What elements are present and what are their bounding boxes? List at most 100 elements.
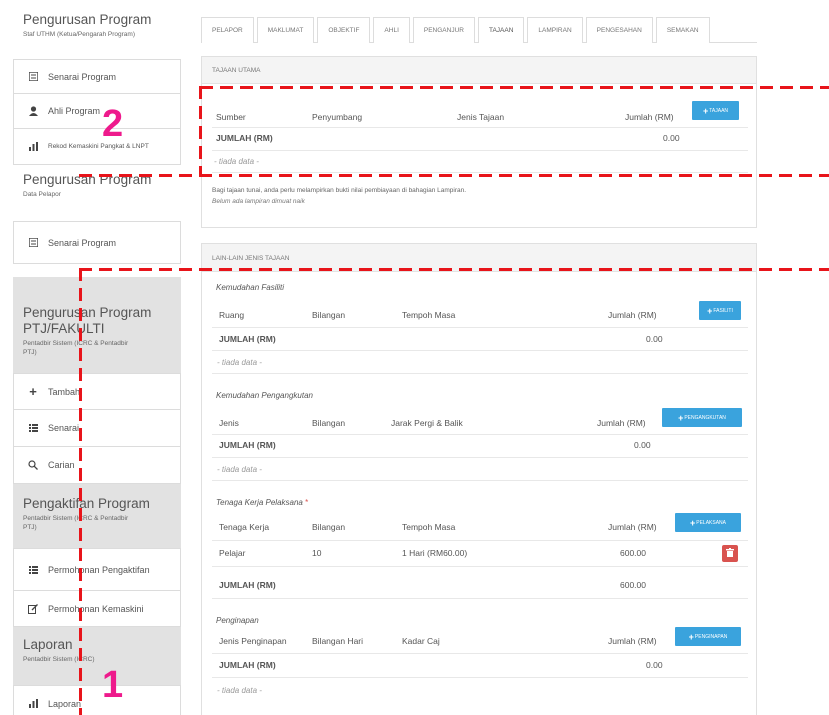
delete-button[interactable] [722,545,738,562]
edit-icon [26,603,40,614]
button-label: TAJAAN [709,107,729,114]
add-penginapan-button[interactable]: + PENGINAPAN [675,627,741,646]
tab-ahli[interactable]: AHLI [373,17,410,43]
total-value: 0.00 [646,334,663,344]
section-title-text: Tenaga Kerja Pelaksana [216,497,303,507]
column-header: Ruang [219,310,245,320]
divider [212,480,748,481]
sidebar-group-title: Pengurusan Program [23,12,152,27]
add-fasiliti-button[interactable]: + FASILITI [699,301,741,320]
sidebar-item-label: Senarai Program [48,237,117,248]
sidebar-item-senarai-program[interactable]: Senarai Program [13,60,181,94]
total-label: JUMLAH (RM) [219,440,276,450]
total-value: 0.00 [646,660,663,670]
attachment-warning: Belum ada lampiran dimuat naik [212,198,305,205]
tab-pelapor[interactable]: PELAPOR [201,17,254,43]
column-header: Bilangan [312,310,346,320]
divider [212,540,748,541]
sidebar-item-senarai[interactable]: Senarai [13,410,181,447]
column-header: Jarak Pergi & Balik [391,418,463,428]
section-title: Kemudahan Fasiliti [216,282,285,292]
divider [212,677,748,678]
sidebar-item-laporan[interactable]: Laporan [13,686,181,715]
divider [212,434,748,435]
sidebar-group-title: Laporan [23,637,73,652]
tab-pengesahan[interactable]: PENGESAHAN [585,17,653,43]
divider [212,350,748,351]
section-title: Penginapan [216,615,259,625]
sidebar-group-subtitle: Pentadbir Sistem (ICRC & Pentadbir PTJ) [23,515,129,531]
sidebar-item-carian[interactable]: Carian [13,447,181,484]
list-icon [26,565,40,574]
divider [212,127,748,128]
total-value: 0.00 [634,440,651,450]
divider [212,172,748,173]
empty-text: - tiada data - [214,156,259,166]
button-label: PELAKSANA [696,519,726,526]
sidebar-group-subtitle: Data Pelapor [23,191,61,198]
list-icon [26,238,40,247]
total-label: JUMLAH (RM) [219,660,276,670]
info-note: Bagi tajaan tunai, anda perlu melampirka… [212,187,467,194]
tab-tajaan[interactable]: TAJAAN [477,17,525,43]
annotation-dashed-line [79,268,829,271]
column-header: Jenis [219,418,239,428]
divider [212,598,748,599]
cell-jumlah: 600.00 [620,548,646,558]
sidebar-item-permohonan-pengaktifan[interactable]: Permohonan Pengaktifan [13,549,181,591]
tajaan-utama-panel: TAJAAN UTAMA Sumber Penyumbang Jenis Taj… [201,56,757,228]
sidebar-group-title: Pengurusan Program PTJ/FAKULTI [23,305,152,336]
sidebar-item-label: Tambah [48,386,81,397]
total-value: 600.00 [620,580,646,590]
column-header: Jumlah (RM) [608,310,657,320]
column-header: Tempoh Masa [402,522,456,532]
cell-tempoh: 1 Hari (RM60.00) [402,548,468,558]
tab-maklumat[interactable]: MAKLUMAT [256,17,315,43]
panel-heading: TAJAAN UTAMA [202,57,756,84]
sidebar-group-subtitle: Pentadbir Sistem (ICRC & Pentadbir PTJ) [23,340,129,356]
sidebar-item-permohonan-kemaskini[interactable]: Permohonan Kemaskini [13,591,181,627]
sidebar-item-label: Permohonan Pengaktifan [48,564,150,575]
sidebar-item-tambah[interactable]: + Tambah [13,374,181,410]
sidebar-group-subtitle: Staf UTHM (Ketua/Pengarah Program) [23,31,135,38]
empty-text: - tiada data - [217,357,262,367]
button-label: FASILITI [713,307,733,314]
divider [212,566,748,567]
lain-lain-panel: LAIN-LAIN JENIS TAJAAN Kemudahan Fasilit… [201,243,757,715]
trash-icon [726,547,734,560]
annotation-dashed-line [79,174,829,177]
sidebar-item-rekod-kemaskini[interactable]: Rekod Kemaskini Pangkat & LNPT [13,129,181,165]
button-label: PENGINAPAN [694,633,728,640]
empty-text: - tiada data - [217,464,262,474]
sidebar-item-label: Permohonan Kemaskini [48,603,144,614]
column-header: Bilangan [312,418,346,428]
sidebar-item-label: Ahli Program [48,106,101,116]
sidebar-item-ahli-program[interactable]: Ahli Program [13,94,181,129]
main-content: PELAPOR MAKLUMAT OBJEKTIF AHLI PENGANJUR… [198,0,760,715]
tab-lampiran[interactable]: LAMPIRAN [527,17,583,43]
sidebar-group-subtitle: Pentadbir Sistem (ICRC) [23,656,95,663]
add-pengangkutan-button[interactable]: + PENGANGKUTAN [662,408,742,427]
required-marker: * [305,497,309,507]
column-header: Jumlah (RM) [625,112,674,122]
sidebar-group-header: Pengaktifan Program Pentadbir Sistem (IC… [13,484,181,549]
search-icon [26,460,40,470]
total-label: JUMLAH (RM) [219,334,276,344]
section-title: Kemudahan Pengangkutan [216,390,313,400]
add-tajaan-button[interactable]: + TAJAAN [692,101,739,120]
divider [212,327,748,328]
column-header: Jenis Tajaan [457,112,505,122]
annotation-dashed-line [200,86,829,89]
divider [212,457,748,458]
column-header: Jumlah (RM) [608,522,657,532]
button-label: PENGANGKUTAN [684,414,726,421]
tab-penganjur[interactable]: PENGANJUR [412,17,475,43]
divider [212,373,748,374]
add-pelaksana-button[interactable]: + PELAKSANA [675,513,741,532]
tab-objektif[interactable]: OBJEKTIF [317,17,371,43]
sidebar-item-senarai-program-pelapor[interactable]: Senarai Program [13,222,181,264]
sidebar-item-label: Senarai [48,423,80,433]
cell-bilangan: 10 [312,548,322,558]
tab-semakan[interactable]: SEMAKAN [655,17,710,43]
plus-icon: + [29,384,37,399]
